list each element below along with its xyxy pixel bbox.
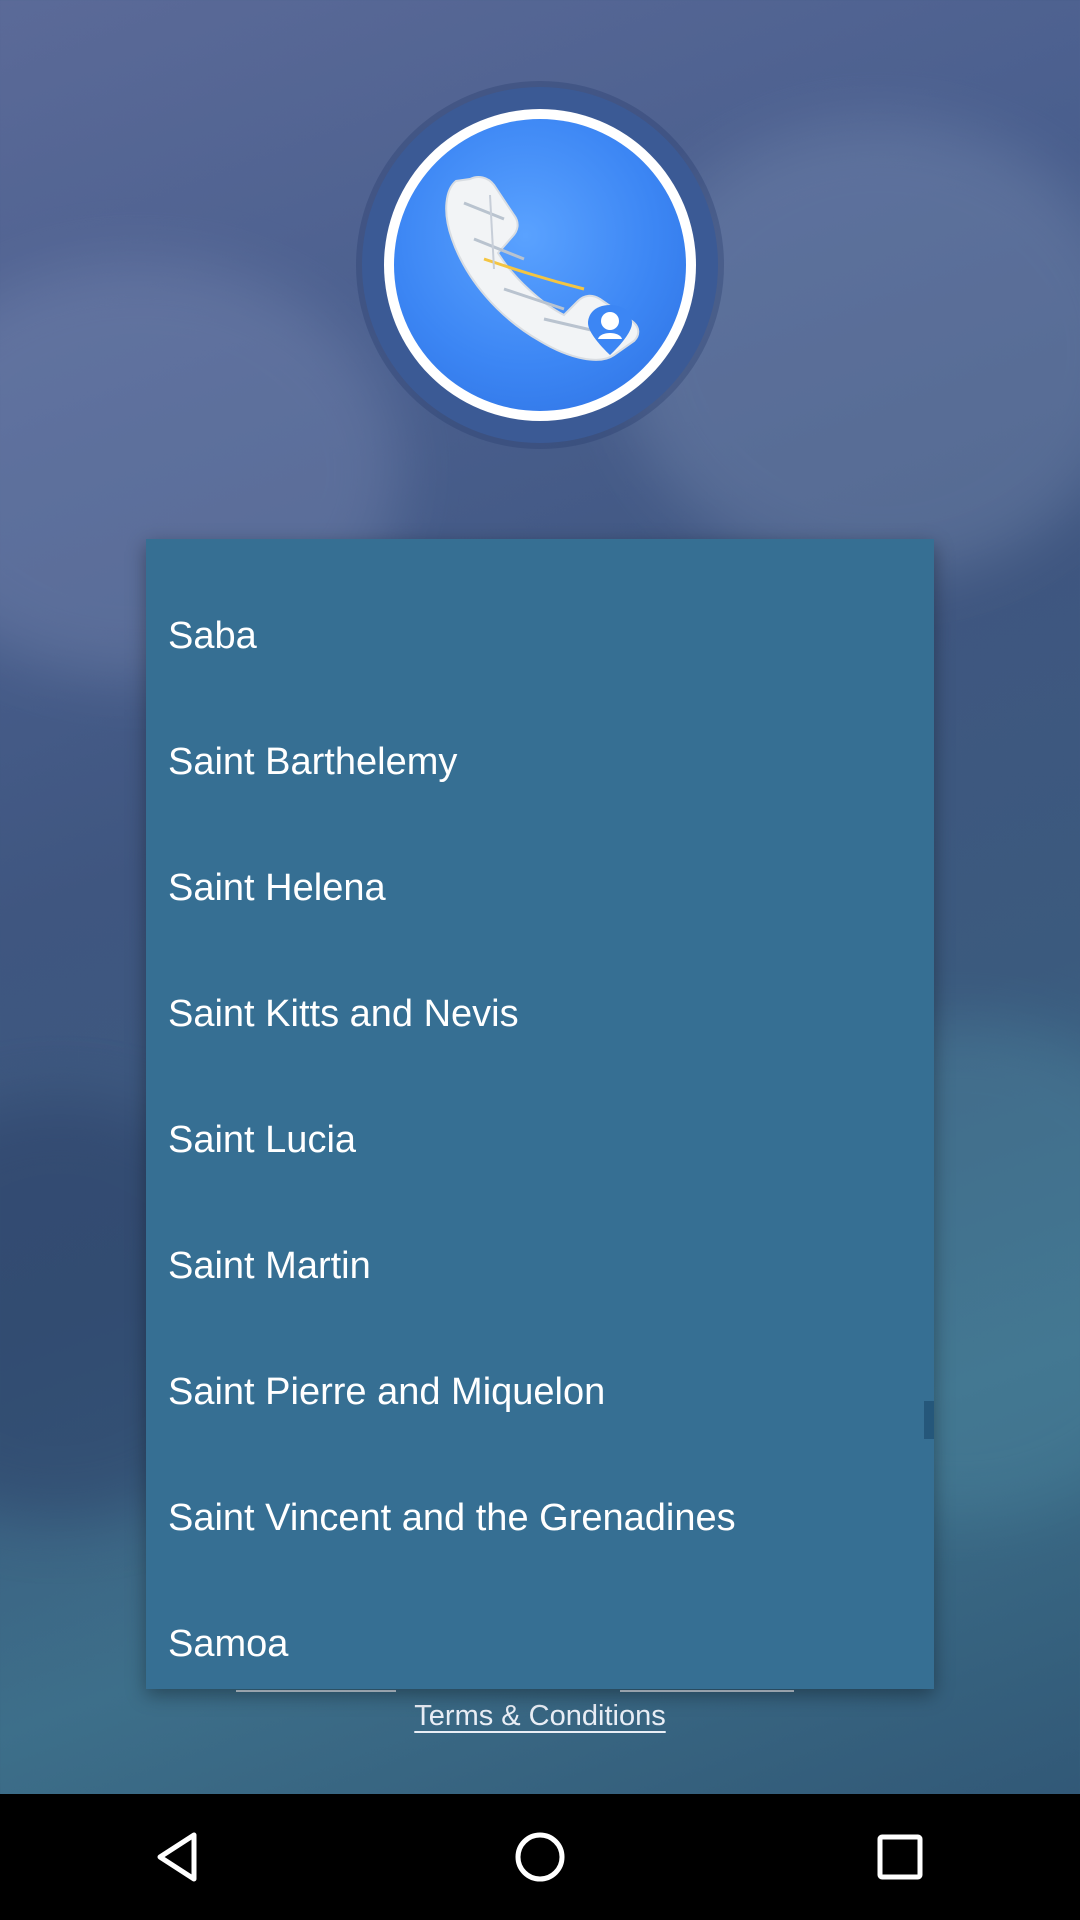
country-item[interactable]: Saint Barthelemy bbox=[146, 699, 934, 825]
partial-text-underline bbox=[236, 1690, 396, 1692]
recents-square-icon[interactable] bbox=[855, 1812, 945, 1902]
country-item[interactable]: Saba bbox=[146, 573, 934, 699]
system-navigation-bar bbox=[0, 1794, 1080, 1920]
country-picker-dialog: Saba Saint Barthelemy Saint Helena Saint… bbox=[146, 539, 934, 1689]
country-item[interactable]: Samoa bbox=[146, 1581, 934, 1689]
country-item[interactable]: Saint Helena bbox=[146, 825, 934, 951]
partial-text-underline bbox=[620, 1690, 794, 1692]
phone-map-pin-icon bbox=[394, 119, 686, 411]
country-item[interactable]: Saint Kitts and Nevis bbox=[146, 951, 934, 1077]
country-item[interactable]: Saint Lucia bbox=[146, 1077, 934, 1203]
terms-conditions-label[interactable]: Terms & Conditions bbox=[414, 1700, 665, 1732]
country-item[interactable]: Saint Martin bbox=[146, 1203, 934, 1329]
back-triangle-icon[interactable] bbox=[135, 1812, 225, 1902]
app-logo bbox=[362, 87, 718, 443]
home-circle-icon[interactable] bbox=[495, 1812, 585, 1902]
scrollbar-thumb[interactable] bbox=[924, 1401, 934, 1439]
country-item[interactable]: Saint Pierre and Miquelon bbox=[146, 1329, 934, 1455]
country-item[interactable]: Saint Vincent and the Grenadines bbox=[146, 1455, 934, 1581]
terms-conditions-link[interactable]: Terms & Conditions bbox=[0, 1700, 1080, 1733]
